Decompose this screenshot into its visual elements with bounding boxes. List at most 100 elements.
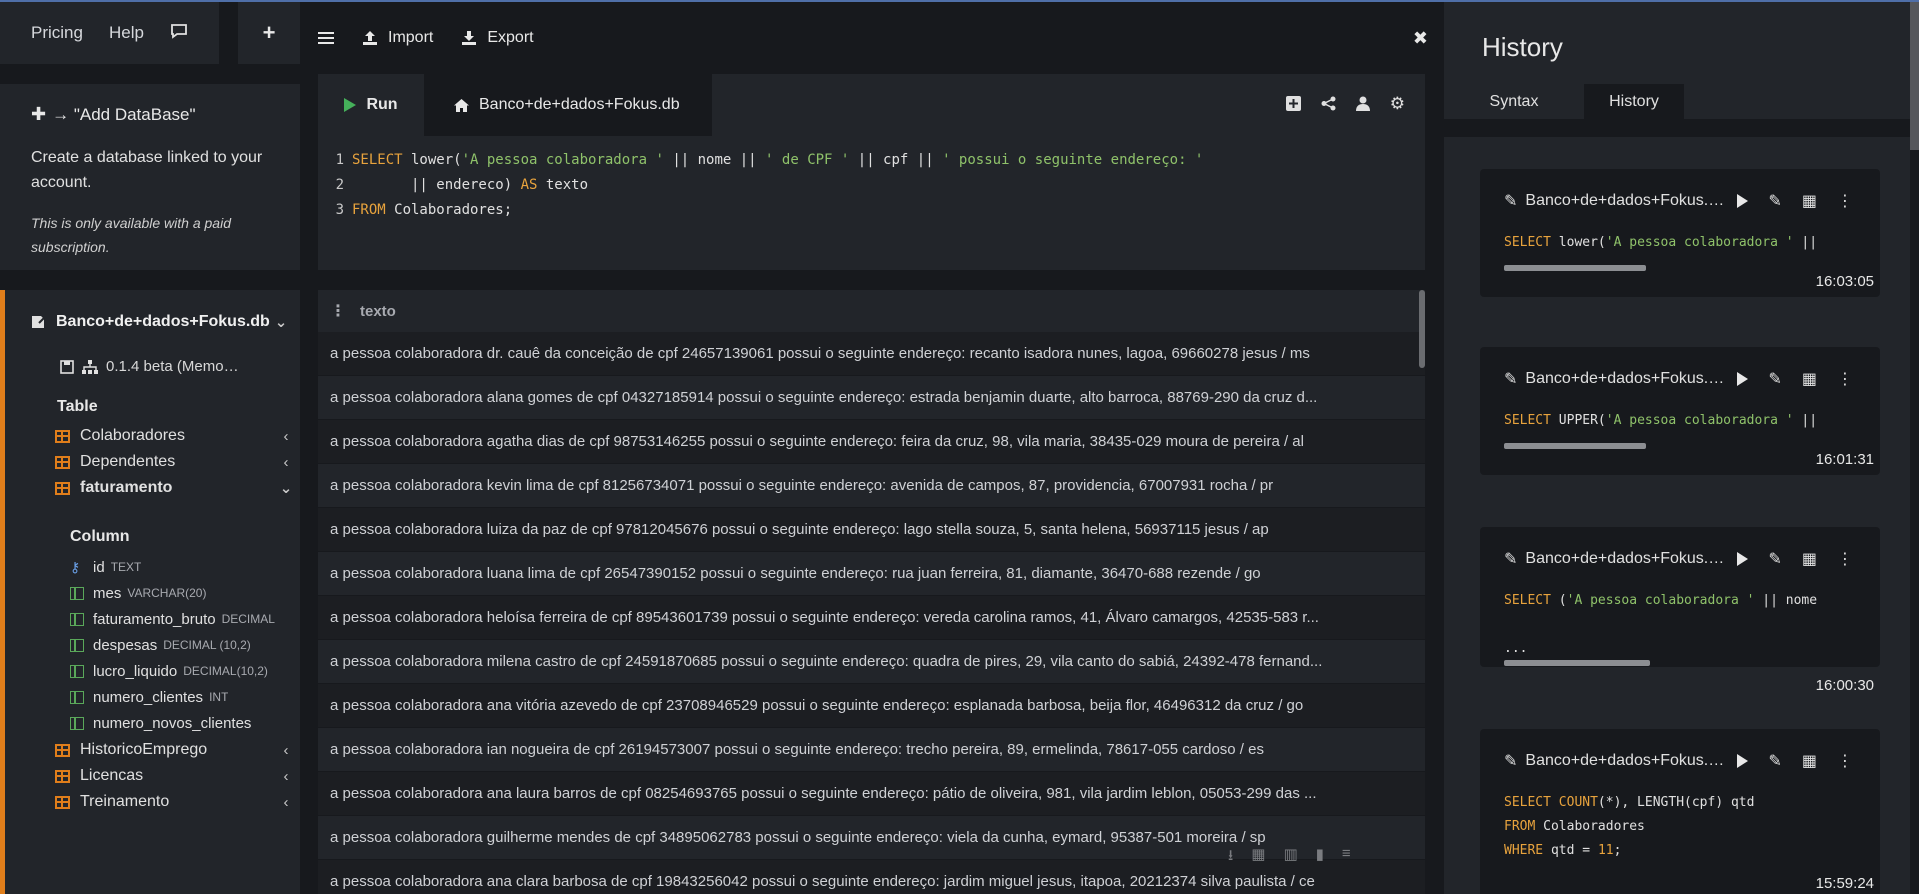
save-icon[interactable] — [60, 359, 74, 374]
table-view-icon[interactable]: ▦ — [1802, 369, 1817, 389]
table-view-icon[interactable]: ▦ — [1802, 751, 1817, 771]
chevron-left-icon[interactable]: ‹ — [277, 794, 295, 811]
pricing-link[interactable]: Pricing — [31, 23, 83, 43]
chevron-down-icon[interactable]: ⌄ — [272, 313, 290, 331]
table-view-icon[interactable]: ▦ — [1802, 191, 1817, 211]
gear-icon[interactable]: ⚙ — [1390, 95, 1405, 112]
line-number: 2 — [335, 177, 344, 193]
cell-texto: a pessoa colaboradora dr. cauê da concei… — [330, 345, 1310, 362]
chat-icon[interactable] — [170, 22, 188, 45]
column-item-lucro-liquido[interactable]: lucro_liquido DECIMAL(10,2) — [70, 660, 295, 682]
edit-icon[interactable]: ✎ — [1768, 369, 1781, 389]
history-scrollbar[interactable] — [1504, 660, 1650, 666]
sitemap-icon[interactable] — [82, 359, 98, 374]
column-item-faturamento-bruto[interactable]: faturamento_bruto DECIMAL — [70, 608, 295, 630]
table-item-colaboradores[interactable]: Colaboradores ‹ — [55, 424, 295, 448]
list-icon[interactable]: ≡ — [1342, 845, 1351, 870]
chevron-left-icon[interactable]: ‹ — [277, 428, 295, 445]
cell-texto: a pessoa colaboradora ian nogueira de cp… — [330, 741, 1264, 758]
more-icon[interactable]: ⋮ — [1837, 369, 1853, 389]
sql-editor[interactable]: 1 SELECT lower('A pessoa colaboradora ' |… — [318, 136, 1425, 270]
export-button[interactable]: Export — [461, 29, 534, 47]
results-header[interactable]: ⋮ texto — [318, 290, 1425, 332]
table-row[interactable]: a pessoa colaboradora kevin lima de cpf … — [318, 464, 1425, 508]
table-item-faturamento[interactable]: faturamento ⌄ — [55, 476, 295, 500]
history-scrollbar[interactable] — [1504, 443, 1646, 449]
edit-icon[interactable]: ✎ — [1768, 549, 1781, 569]
pencil-icon: ✎ — [1504, 193, 1518, 210]
help-link[interactable]: Help — [109, 23, 144, 43]
more-icon[interactable]: ⋮ — [1837, 191, 1853, 211]
chevron-left-icon[interactable]: ‹ — [277, 768, 295, 785]
add-square-icon[interactable] — [1285, 96, 1301, 111]
book-icon[interactable]: ▮ — [1316, 845, 1324, 870]
column-item-despesas[interactable]: despesas DECIMAL (10,2) — [70, 634, 295, 656]
play-icon[interactable] — [1737, 194, 1749, 208]
menu-button[interactable] — [318, 31, 334, 45]
history-time: 16:03:05 — [1815, 273, 1874, 290]
plus-icon: ✚ — [31, 104, 47, 124]
column-item-id[interactable]: ⚷ id TEXT — [70, 556, 295, 578]
column-item-numero-novos-clientes[interactable]: numero_novos_clientes — [70, 712, 295, 734]
table-row[interactable]: a pessoa colaboradora ana laura barros d… — [318, 772, 1425, 816]
history-db-name: Banco+de+dados+Fokus.db — [1525, 550, 1726, 567]
table-row[interactable]: a pessoa colaboradora luana lima de cpf … — [318, 552, 1425, 596]
column-item-mes[interactable]: mes VARCHAR(20) — [70, 582, 295, 604]
history-scrollbar[interactable] — [1504, 265, 1646, 271]
column-icon — [70, 664, 84, 678]
chevron-left-icon[interactable]: ‹ — [277, 742, 295, 759]
history-db-name: Banco+de+dados+Fokus.db — [1525, 752, 1726, 769]
chevron-down-icon[interactable]: ⌄ — [277, 479, 295, 497]
table-item-dependentes[interactable]: Dependentes ‹ — [55, 450, 295, 474]
tab-syntax[interactable]: Syntax — [1444, 84, 1584, 119]
code-line: 2 || endereco) AS texto — [318, 177, 1425, 202]
table-item-treinamento[interactable]: Treinamento ‹ — [55, 790, 295, 814]
close-icon[interactable]: ✖ — [1413, 28, 1428, 49]
share-icon[interactable] — [1321, 96, 1336, 111]
table-row[interactable]: a pessoa colaboradora milena castro de c… — [318, 640, 1425, 684]
code-line: 1 SELECT lower('A pessoa colaboradora ' |… — [318, 152, 1425, 177]
play-icon[interactable] — [1737, 754, 1749, 768]
column-name: despesas — [93, 636, 158, 654]
column-section-label: Column — [70, 528, 130, 545]
database-header[interactable]: Banco+de+dados+Fokus.db ⌄ — [30, 310, 290, 334]
table-row[interactable]: a pessoa colaboradora ana vitória azeved… — [318, 684, 1425, 728]
tab-history[interactable]: History — [1584, 84, 1684, 119]
column-menu-icon[interactable]: ⋮ — [330, 301, 346, 321]
import-button[interactable]: Import — [362, 29, 433, 47]
tab-database[interactable]: Banco+de+dados+Fokus.db — [424, 74, 712, 136]
table-item-historicoemprego[interactable]: HistoricoEmprego ‹ — [55, 738, 295, 762]
table-row[interactable]: a pessoa colaboradora alana gomes de cpf… — [318, 376, 1425, 420]
table-row[interactable]: a pessoa colaboradora ian nogueira de cp… — [318, 728, 1425, 772]
table-view-icon[interactable]: ▦ — [1251, 845, 1265, 870]
download-icon[interactable]: ⭳ — [1228, 845, 1233, 870]
chart-icon[interactable]: ▥ — [1283, 845, 1297, 870]
chevron-left-icon[interactable]: ‹ — [277, 454, 295, 471]
table-row[interactable]: a pessoa colaboradora luiza da paz de cp… — [318, 508, 1425, 552]
table-row[interactable]: a pessoa colaboradora heloísa ferreira d… — [318, 596, 1425, 640]
history-scrollbar-main[interactable] — [1910, 2, 1919, 150]
pencil-icon: ✎ — [1504, 551, 1518, 568]
column-name: id — [93, 558, 105, 576]
sidebar-top-nav: Pricing Help — [0, 2, 219, 64]
table-row[interactable]: a pessoa colaboradora dr. cauê da concei… — [318, 332, 1425, 376]
run-button[interactable]: Run — [318, 74, 424, 136]
table-view-icon[interactable]: ▦ — [1802, 549, 1817, 569]
history-time: 15:59:24 — [1815, 875, 1874, 892]
results-scrollbar[interactable] — [1419, 290, 1425, 368]
table-row[interactable]: a pessoa colaboradora agatha dias de cpf… — [318, 420, 1425, 464]
edit-icon[interactable]: ✎ — [1768, 751, 1781, 771]
add-database-link[interactable]: ✚ → "Add DataBase" — [31, 104, 269, 125]
user-icon[interactable] — [1355, 96, 1370, 111]
play-icon[interactable] — [1737, 372, 1749, 386]
edit-icon[interactable]: ✎ — [1768, 191, 1781, 211]
more-icon[interactable]: ⋮ — [1837, 549, 1853, 569]
add-button[interactable]: + — [238, 2, 300, 64]
history-card-header: ✎ Banco+de+dados+Fokus.db ✎ ▦ ⋮ — [1504, 751, 1864, 771]
table-item-licencas[interactable]: Licencas ‹ — [55, 764, 295, 788]
table-icon — [55, 743, 70, 757]
more-icon[interactable]: ⋮ — [1837, 751, 1853, 771]
column-item-numero-clientes[interactable]: numero_clientes INT — [70, 686, 295, 708]
cell-texto: a pessoa colaboradora guilherme mendes d… — [330, 829, 1266, 846]
play-icon[interactable] — [1737, 552, 1749, 566]
